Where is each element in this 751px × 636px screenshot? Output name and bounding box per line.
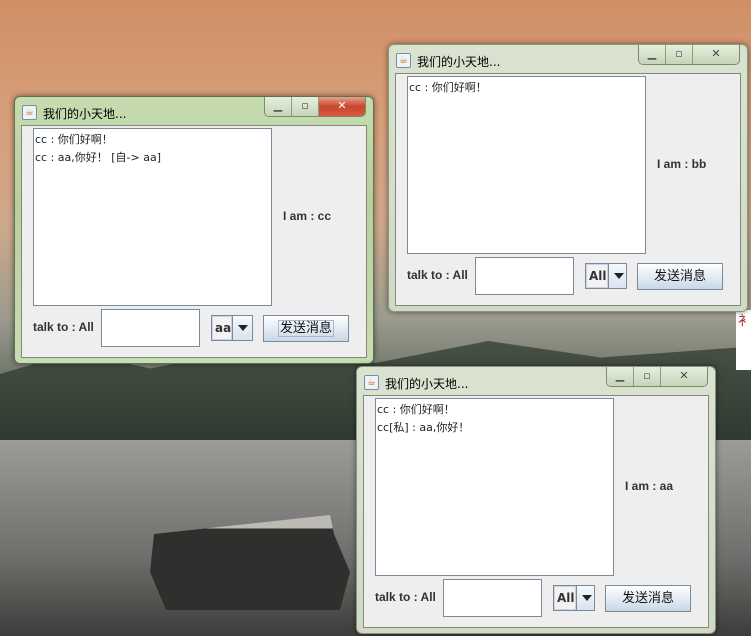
content-panel: cc : 你们好啊！ cc : aa,你好！ [自-> aa] I am : c…: [21, 125, 367, 358]
minimize-button[interactable]: ▁: [265, 97, 292, 116]
send-label: 发送消息: [277, 320, 334, 337]
close-button[interactable]: ✕: [319, 97, 365, 116]
content-panel: cc : 你们好啊！ cc[私] : aa,你好！ I am : aa talk…: [363, 395, 709, 628]
java-icon: ☕: [22, 105, 37, 120]
window-title: 我们的小天地...: [417, 55, 501, 69]
window-controls: ▁ ▫ ✕: [638, 45, 740, 65]
maximize-button[interactable]: ▫: [666, 45, 693, 64]
chat-message: cc : 你们好啊！: [409, 81, 487, 94]
user-label: I am : bb: [657, 157, 707, 171]
message-input[interactable]: [475, 257, 574, 295]
window-title: 我们的小天地...: [43, 107, 127, 121]
close-button[interactable]: ✕: [661, 367, 707, 386]
chevron-down-icon[interactable]: [575, 586, 594, 610]
recipient-value: All: [554, 586, 576, 610]
send-button[interactable]: 发送消息: [605, 585, 691, 612]
java-icon: ☕: [364, 375, 379, 390]
chat-message: cc : 你们好啊！: [35, 133, 113, 146]
chat-history[interactable]: cc : 你们好啊！: [407, 76, 646, 254]
window-title: 我们的小天地...: [385, 377, 469, 391]
chat-window-bb: ☕ 我们的小天地... ▁ ▫ ✕ cc : 你们好啊！ I am : bb tal…: [388, 44, 748, 312]
java-icon: ☕: [396, 53, 411, 68]
maximize-button[interactable]: ▫: [634, 367, 661, 386]
send-button[interactable]: 发送消息: [263, 315, 349, 342]
recipient-value: aa: [212, 316, 233, 340]
window-controls: ▁ ▫ ✕: [264, 97, 366, 117]
minimize-button[interactable]: ▁: [607, 367, 634, 386]
chevron-down-icon[interactable]: [232, 316, 252, 340]
chat-message: cc[私] : aa,你好！: [377, 421, 470, 434]
chat-history[interactable]: cc : 你们好啊！ cc : aa,你好！ [自-> aa]: [33, 128, 272, 306]
send-label: 发送消息: [621, 591, 674, 606]
recipient-value: All: [586, 264, 608, 288]
talk-to-label: talk to : All: [407, 268, 468, 282]
chevron-down-icon[interactable]: [607, 264, 626, 288]
user-label: I am : cc: [283, 209, 332, 223]
chat-history[interactable]: cc : 你们好啊！ cc[私] : aa,你好！: [375, 398, 614, 576]
recipient-select[interactable]: All: [585, 263, 627, 289]
chat-message: cc : 你们好啊！: [377, 403, 455, 416]
recipient-select[interactable]: aa: [211, 315, 253, 341]
chat-window-cc: ☕ 我们的小天地... ▁ ▫ ✕ cc : 你们好啊！ cc : aa,你好！ […: [14, 96, 374, 364]
recipient-select[interactable]: All: [553, 585, 595, 611]
user-label: I am : aa: [625, 479, 674, 493]
background-text: 衤: [736, 310, 751, 370]
talk-to-label: talk to : All: [33, 320, 94, 334]
content-panel: cc : 你们好啊！ I am : bb talk to : All All 发…: [395, 73, 741, 306]
message-input[interactable]: [101, 309, 200, 347]
minimize-button[interactable]: ▁: [639, 45, 666, 64]
send-label: 发送消息: [653, 269, 706, 284]
send-button[interactable]: 发送消息: [637, 263, 723, 290]
chat-window-aa: ☕ 我们的小天地... ▁ ▫ ✕ cc : 你们好啊！ cc[私] : aa,你好…: [356, 366, 716, 634]
talk-to-label: talk to : All: [375, 590, 436, 604]
close-button[interactable]: ✕: [693, 45, 739, 64]
window-controls: ▁ ▫ ✕: [606, 367, 708, 387]
maximize-button[interactable]: ▫: [292, 97, 319, 116]
message-input[interactable]: [443, 579, 542, 617]
chat-message: cc : aa,你好！ [自-> aa]: [35, 151, 162, 164]
